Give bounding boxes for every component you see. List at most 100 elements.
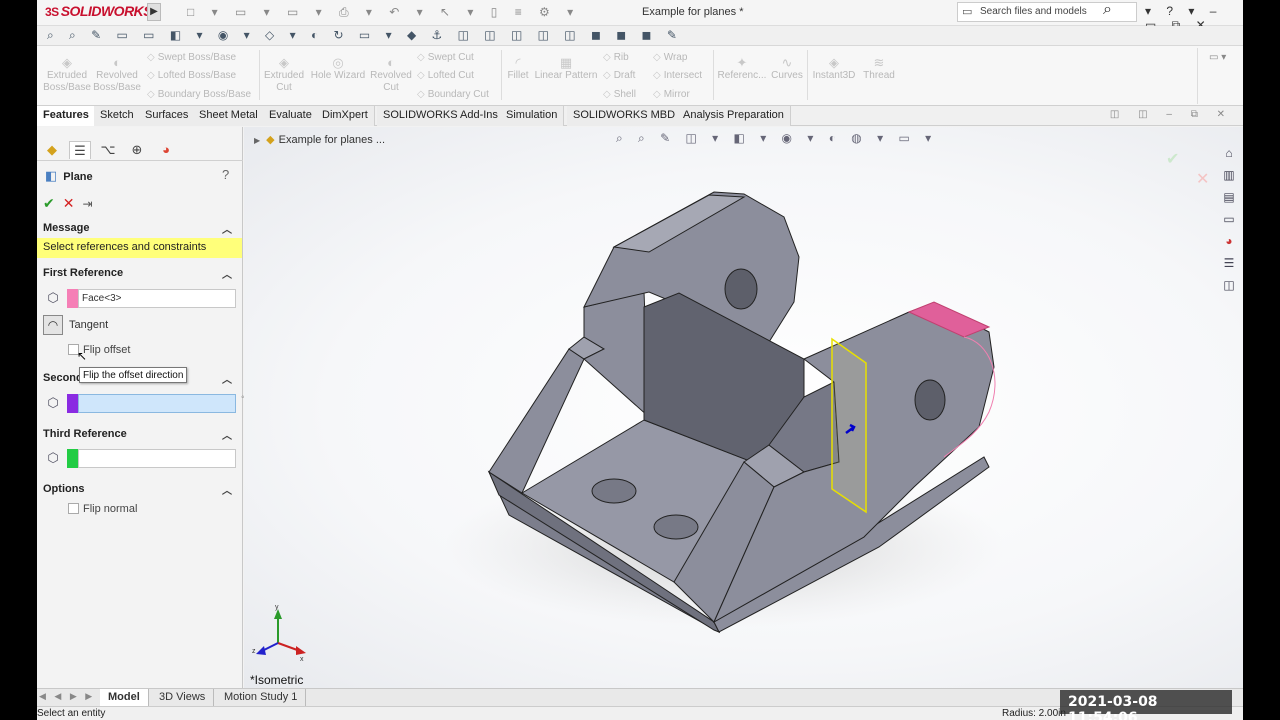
wrap-button[interactable]: ◇ Wrap <box>653 52 687 63</box>
view-toolbar-icons[interactable]: ⌕ ⌕ ✎ ▭ ▭ ◧ ▾ ◉ ▾ ◇ ▾ ◐ ↻ ▭ ▾ ◆ ⚓ ◫ ◫ ◫ … <box>47 28 683 43</box>
third-reference-field[interactable] <box>78 449 236 468</box>
extruded-boss-button[interactable]: ◈ Extruded Boss/Base <box>43 56 91 94</box>
boundary-icon: ◇ <box>147 89 155 100</box>
flip-normal-checkbox[interactable]: Flip normal <box>68 503 137 519</box>
property-manager-tab-icon[interactable]: ☰ <box>69 141 91 159</box>
mirror-button[interactable]: ◇ Mirror <box>653 89 690 100</box>
reference-geometry-button[interactable]: ✦ Referenc... <box>717 56 767 82</box>
tab-simulation[interactable]: Simulation <box>500 106 565 126</box>
plane-icon: ◧ <box>45 168 58 183</box>
quick-access-toolbar[interactable]: □ ▾ ▭ ▾ ▭ ▾ ⎙ ▾ ↶ ▾ ↖ ▾ ▯ ≡ ⚙ ▾ <box>187 5 580 20</box>
feature-tree-flyout[interactable]: ▶ ◆ Example for planes ... <box>254 133 385 146</box>
linear-pattern-icon: ▦ <box>559 55 573 70</box>
model-hole-2 <box>653 514 699 540</box>
folder-search-icon: ▭ <box>962 6 973 18</box>
first-reference-header[interactable]: First Reference ︿ <box>37 264 242 282</box>
reference-entity-icon: ⬡ <box>47 395 59 410</box>
thread-button[interactable]: ≋ Thread <box>861 56 897 82</box>
svg-text:z: z <box>252 648 256 655</box>
swept-cut-button[interactable]: ◇ Swept Cut <box>417 52 474 63</box>
collapse-chevron-icon[interactable]: ︿ <box>222 427 232 442</box>
tab-analysis-preparation[interactable]: Analysis Preparation <box>677 106 791 126</box>
tangent-icon[interactable]: ◠ <box>43 315 63 335</box>
menu-expand-arrow-icon[interactable]: ▶ <box>147 3 161 21</box>
solidworks-logo[interactable]: 3S SOLIDWORKS <box>45 3 153 19</box>
tab-dimxpert[interactable]: DimXpert <box>316 106 375 126</box>
home-icon[interactable]: ⌂ <box>1219 143 1239 163</box>
separator <box>501 50 502 100</box>
third-reference-row: ⬡ <box>43 448 237 468</box>
thread-icon: ≋ <box>873 55 885 70</box>
third-reference-header[interactable]: Third Reference ︿ <box>37 425 242 443</box>
flip-offset-tooltip: Flip the offset direction <box>79 367 188 383</box>
resources-icon[interactable]: ▥ <box>1219 165 1239 185</box>
lofted-boss-button[interactable]: ◇ Lofted Boss/Base <box>147 70 236 81</box>
intersect-button[interactable]: ◇ Intersect <box>653 70 702 81</box>
heads-up-view-toolbar[interactable]: ⌕ ⌕ ✎ ◫ ▾ ◧ ▾ ◉ ▾ ◐ ◍ ▾ ▭ ▾ <box>616 131 937 146</box>
ok-check-icon[interactable]: ✔ <box>43 195 55 211</box>
lofted-cut-button[interactable]: ◇ Lofted Cut <box>417 70 474 81</box>
shell-icon: ◇ <box>603 89 611 100</box>
search-icon[interactable]: ⌕ <box>1103 1 1112 19</box>
second-reference-field[interactable] <box>78 394 236 413</box>
instant3d-button[interactable]: ◈ Instant3D <box>809 56 859 82</box>
tab-surfaces[interactable]: Surfaces <box>139 106 196 126</box>
linear-pattern-button[interactable]: ▦ Linear Pattern <box>534 56 598 82</box>
tab-model[interactable]: Model <box>100 689 149 707</box>
checkbox[interactable] <box>68 503 79 514</box>
cancel-x-icon[interactable]: ✕ <box>63 195 75 211</box>
file-explorer-icon[interactable]: ▭ <box>1219 209 1239 229</box>
confirm-corner-ok-icon[interactable]: ✔ <box>1166 149 1179 169</box>
tab-3d-views[interactable]: 3D Views <box>151 689 215 707</box>
graphics-area[interactable]: ▶ ◆ Example for planes ... ⌕ ⌕ ✎ ◫ ▾ ◧ ▾ ◉… <box>244 127 1243 688</box>
tab-scroll-arrows-icon[interactable]: ◀ ◀ ▶ ▶ <box>39 691 95 702</box>
wrap-icon: ◇ <box>653 52 661 63</box>
expand-arrow-icon[interactable]: ▶ <box>254 136 260 145</box>
feature-manager-tab-icon[interactable]: ◆ <box>41 141 63 159</box>
collapse-chevron-icon[interactable]: ︿ <box>222 266 232 281</box>
collapse-chevron-icon[interactable]: ︿ <box>222 482 232 497</box>
pin-icon[interactable]: ⇥ <box>82 197 92 211</box>
boundary-boss-button[interactable]: ◇ Boundary Boss/Base <box>147 89 251 100</box>
custom-properties-icon[interactable]: ☰ <box>1219 253 1239 273</box>
separator <box>807 50 808 100</box>
rib-button[interactable]: ◇ Rib <box>603 52 629 63</box>
preview-plane <box>831 337 867 514</box>
first-reference-field[interactable]: Face<3> <box>78 289 236 308</box>
options-header[interactable]: Options ︿ <box>37 480 242 498</box>
tab-mbd[interactable]: SOLIDWORKS MBD <box>567 106 683 126</box>
help-button[interactable]: ? <box>222 167 229 182</box>
command-manager-options-icon[interactable]: ▭ ▾ <box>1209 52 1226 63</box>
collapse-chevron-icon[interactable]: ︿ <box>222 221 232 236</box>
command-tabs: Features Sketch Surfaces Sheet Metal Eva… <box>37 106 1243 126</box>
collapse-chevron-icon[interactable]: ︿ <box>222 371 232 386</box>
confirm-corner-cancel-icon[interactable]: ✕ <box>1196 169 1209 189</box>
message-section-header[interactable]: Message ︿ <box>37 219 242 237</box>
revolved-boss-button[interactable]: ◐ Revolved Boss/Base <box>93 56 141 94</box>
swept-cut-icon: ◇ <box>417 52 425 63</box>
revolved-cut-button[interactable]: ◐ Revolved Cut <box>369 56 413 94</box>
appearances-icon[interactable]: ◕ <box>1219 231 1239 251</box>
tab-sketch[interactable]: Sketch <box>94 106 141 126</box>
tab-features[interactable]: Features <box>37 106 96 126</box>
forum-icon[interactable]: ◫ <box>1219 275 1239 295</box>
boundary-cut-button[interactable]: ◇ Boundary Cut <box>417 89 489 100</box>
tab-motion-study-1[interactable]: Motion Study 1 <box>216 689 307 707</box>
tab-addins[interactable]: SOLIDWORKS Add-Ins <box>377 106 505 126</box>
fillet-button[interactable]: ◜ Fillet <box>503 56 533 82</box>
hole-wizard-button[interactable]: ◎ Hole Wizard <box>309 56 367 82</box>
extrude-icon: ◈ <box>62 55 72 70</box>
model-3d-view[interactable] <box>244 127 1243 688</box>
dimxpert-manager-tab-icon[interactable]: ⊕ <box>126 141 148 159</box>
shell-button[interactable]: ◇ Shell <box>603 89 636 100</box>
curves-button[interactable]: ∿ Curves <box>769 56 805 82</box>
tab-sheet-metal[interactable]: Sheet Metal <box>193 106 265 126</box>
swept-boss-button[interactable]: ◇ Swept Boss/Base <box>147 52 236 63</box>
design-library-icon[interactable]: ▤ <box>1219 187 1239 207</box>
extruded-cut-button[interactable]: ◈ Extruded Cut <box>263 56 305 94</box>
configuration-manager-tab-icon[interactable]: ⌥ <box>97 141 119 159</box>
draft-button[interactable]: ◇ Draft <box>603 70 635 81</box>
tab-evaluate[interactable]: Evaluate <box>263 106 319 126</box>
display-manager-tab-icon[interactable]: ◕ <box>155 141 177 159</box>
document-window-controls[interactable]: ◫ ◫ – ⧉ ✕ <box>1110 109 1233 120</box>
